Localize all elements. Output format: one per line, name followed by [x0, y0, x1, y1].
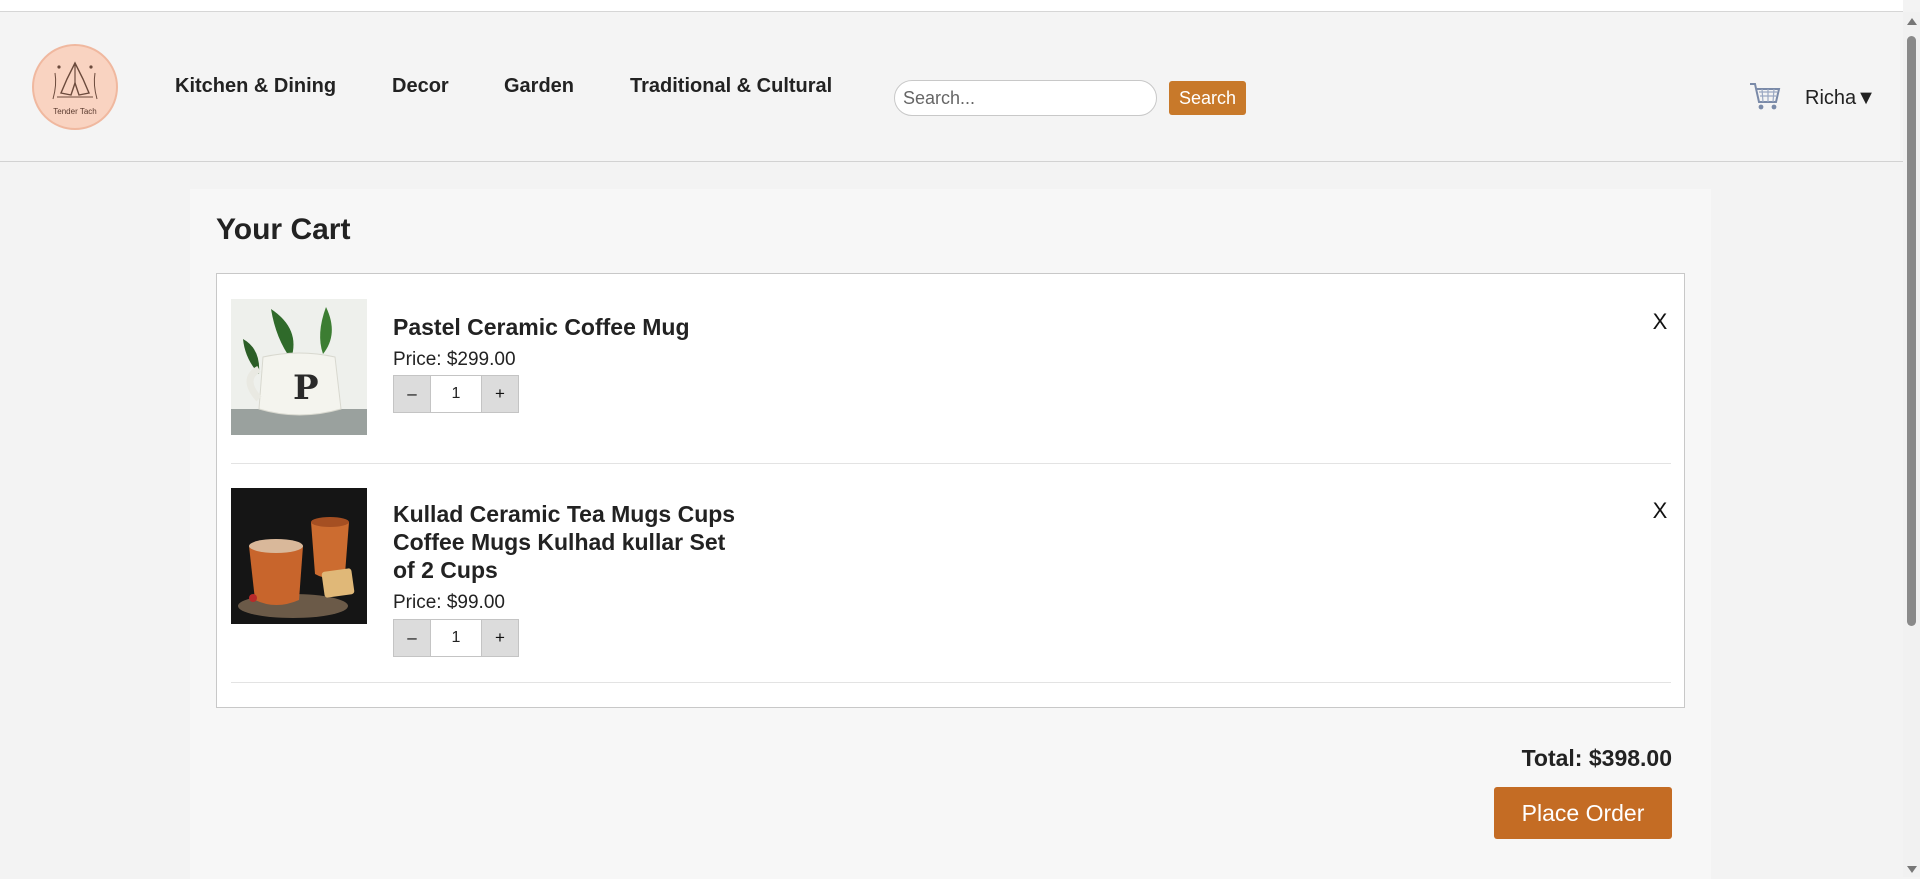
nav-decor[interactable]: Decor: [392, 75, 449, 98]
remove-item-button[interactable]: X: [1649, 309, 1671, 335]
scroll-down-arrow-icon[interactable]: [1907, 866, 1917, 873]
remove-item-button[interactable]: X: [1649, 498, 1671, 524]
shopping-cart-icon[interactable]: [1748, 80, 1782, 112]
quantity-value[interactable]: 1: [431, 375, 481, 413]
item-name[interactable]: Kullad Ceramic Tea Mugs Cups Coffee Mugs…: [393, 500, 753, 584]
product-image-kullad-cups: [231, 488, 367, 624]
nav-garden[interactable]: Garden: [504, 75, 574, 98]
scroll-thumb[interactable]: [1907, 36, 1916, 626]
search-input[interactable]: [894, 80, 1157, 116]
praying-hands-logo-icon: [52, 60, 98, 99]
quantity-stepper: – 1 +: [393, 619, 519, 657]
quantity-value[interactable]: 1: [431, 619, 481, 657]
quantity-decrease-button[interactable]: –: [393, 619, 431, 657]
quantity-increase-button[interactable]: +: [481, 619, 519, 657]
user-menu[interactable]: Richa▼: [1805, 87, 1876, 110]
quantity-stepper: – 1 +: [393, 375, 519, 413]
page-title: Your Cart: [216, 213, 351, 246]
item-name[interactable]: Pastel Ceramic Coffee Mug: [393, 313, 690, 341]
cart-item: P Pastel Ceramic Coffee Mug Price: $299.…: [231, 299, 1671, 464]
item-price: Price: $299.00: [393, 349, 516, 370]
site-header: Tender Tach Kitchen & Dining Decor Garde…: [0, 12, 1903, 162]
cart-items-list: P Pastel Ceramic Coffee Mug Price: $299.…: [216, 273, 1685, 708]
site-logo[interactable]: Tender Tach: [32, 44, 118, 130]
logo-text: Tender Tach: [53, 106, 97, 116]
page-scrollbar[interactable]: [1903, 12, 1920, 877]
cart-item: Kullad Ceramic Tea Mugs Cups Coffee Mugs…: [231, 488, 1671, 683]
search-button[interactable]: Search: [1169, 81, 1246, 115]
quantity-increase-button[interactable]: +: [481, 375, 519, 413]
nav-traditional-cultural[interactable]: Traditional & Cultural: [630, 75, 832, 98]
product-image-coffee-mug: P: [231, 299, 367, 435]
browser-top-edge: [0, 0, 1903, 12]
item-price: Price: $99.00: [393, 592, 505, 613]
cart-total: Total: $398.00: [1521, 745, 1672, 771]
place-order-button[interactable]: Place Order: [1494, 787, 1672, 839]
quantity-decrease-button[interactable]: –: [393, 375, 431, 413]
svg-text:P: P: [293, 368, 319, 408]
nav-kitchen-dining[interactable]: Kitchen & Dining: [175, 75, 336, 98]
scroll-up-arrow-icon[interactable]: [1907, 18, 1917, 25]
